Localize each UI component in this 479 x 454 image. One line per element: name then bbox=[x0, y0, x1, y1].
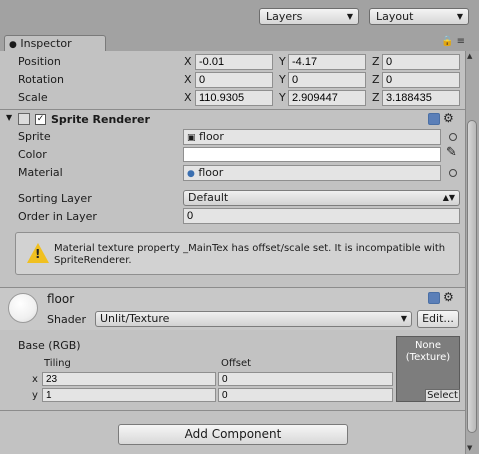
rotation-x-field[interactable] bbox=[195, 72, 273, 88]
shader-label: Shader bbox=[47, 313, 86, 326]
edit-shader-button[interactable]: Edit... bbox=[417, 310, 459, 328]
sprite-field[interactable]: ▣ floor bbox=[183, 129, 441, 145]
sorting-layer-label: Sorting Layer bbox=[18, 192, 92, 205]
inspector-tab-icon: ● bbox=[9, 40, 17, 50]
tiling-x-field[interactable] bbox=[42, 372, 216, 386]
tab-controls: 🔒 ≡ bbox=[441, 36, 465, 47]
scale-y-axis: Y bbox=[279, 91, 286, 104]
lock-icon[interactable]: 🔒 bbox=[441, 36, 453, 47]
help-book-icon[interactable] bbox=[428, 292, 440, 304]
color-label: Color bbox=[18, 148, 47, 161]
scale-x-axis: X bbox=[184, 91, 192, 104]
rotation-y-axis: Y bbox=[279, 73, 286, 86]
order-in-layer-field[interactable] bbox=[183, 208, 460, 224]
material-field[interactable]: ● floor bbox=[183, 165, 441, 181]
warning-text: Material texture property _MainTex has o… bbox=[54, 243, 446, 266]
shader-dropdown[interactable]: Unlit/Texture ▼ bbox=[95, 311, 412, 327]
scale-x-field[interactable] bbox=[195, 90, 273, 106]
tiling-x-label: x bbox=[32, 374, 38, 385]
sorting-layer-dropdown[interactable]: Default ▲▼ bbox=[183, 190, 460, 206]
sprite-value: floor bbox=[199, 130, 224, 143]
shader-value: Unlit/Texture bbox=[100, 312, 170, 325]
warning-exclamation-icon: ! bbox=[35, 247, 41, 261]
add-component-button[interactable]: Add Component bbox=[118, 424, 348, 445]
scroll-down-icon[interactable]: ▼ bbox=[467, 444, 472, 452]
foldout-arrow-icon[interactable]: ▼ bbox=[6, 113, 12, 122]
gear-icon[interactable]: ⚙ bbox=[443, 111, 454, 125]
layers-dropdown[interactable]: Layers ▼ bbox=[259, 8, 359, 25]
scale-y-field[interactable] bbox=[288, 90, 366, 106]
base-rgb-label: Base (RGB) bbox=[18, 339, 81, 352]
tiling-label: Tiling bbox=[44, 358, 71, 369]
tiling-y-label: y bbox=[32, 390, 38, 401]
help-book-icon[interactable] bbox=[428, 113, 440, 125]
rotation-z-field[interactable] bbox=[382, 72, 460, 88]
position-z-axis: Z bbox=[372, 55, 380, 68]
rotation-x-axis: X bbox=[184, 73, 192, 86]
dropdown-arrow-icon: ▼ bbox=[346, 12, 353, 21]
color-swatch[interactable] bbox=[183, 147, 441, 162]
position-y-field[interactable] bbox=[288, 54, 366, 70]
dropdown-arrow-icon: ▼ bbox=[456, 12, 463, 21]
texture-none-label: None bbox=[414, 340, 442, 351]
scale-z-axis: Z bbox=[372, 91, 380, 104]
material-label: Material bbox=[18, 166, 63, 179]
scrollbar-thumb[interactable] bbox=[467, 120, 477, 433]
position-x-axis: X bbox=[184, 55, 192, 68]
stepper-arrows-icon: ▲▼ bbox=[442, 193, 455, 202]
material-value: floor bbox=[198, 166, 224, 179]
texture-type-label: (Texture) bbox=[405, 352, 451, 363]
texture-select-button[interactable]: Select bbox=[425, 389, 460, 402]
offset-label: Offset bbox=[221, 358, 252, 369]
sprite-renderer-enabled-checkbox[interactable]: ✓ bbox=[35, 114, 46, 125]
material-preview-sphere bbox=[8, 293, 38, 323]
position-z-field[interactable] bbox=[382, 54, 460, 70]
rotation-z-axis: Z bbox=[372, 73, 380, 86]
object-picker-icon[interactable] bbox=[449, 133, 457, 141]
position-label: Position bbox=[18, 55, 61, 68]
rotation-label: Rotation bbox=[18, 73, 65, 86]
layers-dropdown-label: Layers bbox=[266, 10, 303, 23]
position-y-axis: Y bbox=[279, 55, 286, 68]
sprite-renderer-title: Sprite Renderer bbox=[51, 113, 150, 126]
dropdown-arrow-icon: ▼ bbox=[400, 314, 407, 323]
eyedropper-icon[interactable]: ✎ bbox=[446, 145, 457, 160]
gear-icon[interactable]: ⚙ bbox=[443, 290, 454, 304]
tab-inspector[interactable]: ● Inspector bbox=[4, 35, 106, 51]
scale-z-field[interactable] bbox=[382, 90, 460, 106]
scroll-up-icon[interactable]: ▲ bbox=[467, 52, 472, 60]
sorting-layer-value: Default bbox=[188, 191, 229, 204]
material-name: floor bbox=[47, 292, 75, 306]
sprite-asset-icon: ▣ bbox=[187, 133, 196, 143]
tiling-y-field[interactable] bbox=[42, 388, 216, 402]
layout-dropdown[interactable]: Layout ▼ bbox=[369, 8, 469, 25]
rotation-y-field[interactable] bbox=[288, 72, 366, 88]
material-asset-icon: ● bbox=[187, 169, 195, 179]
order-in-layer-label: Order in Layer bbox=[18, 210, 97, 223]
menu-icon[interactable]: ≡ bbox=[457, 36, 465, 47]
divider bbox=[0, 109, 465, 110]
offset-y-field[interactable] bbox=[218, 388, 393, 402]
inspector-tab-label: Inspector bbox=[20, 37, 72, 50]
object-picker-icon[interactable] bbox=[449, 169, 457, 177]
divider bbox=[0, 410, 465, 411]
sprite-label: Sprite bbox=[18, 130, 51, 143]
scale-label: Scale bbox=[18, 91, 48, 104]
sprite-renderer-icon bbox=[18, 113, 30, 125]
position-x-field[interactable] bbox=[195, 54, 273, 70]
offset-x-field[interactable] bbox=[218, 372, 393, 386]
layout-dropdown-label: Layout bbox=[376, 10, 414, 23]
